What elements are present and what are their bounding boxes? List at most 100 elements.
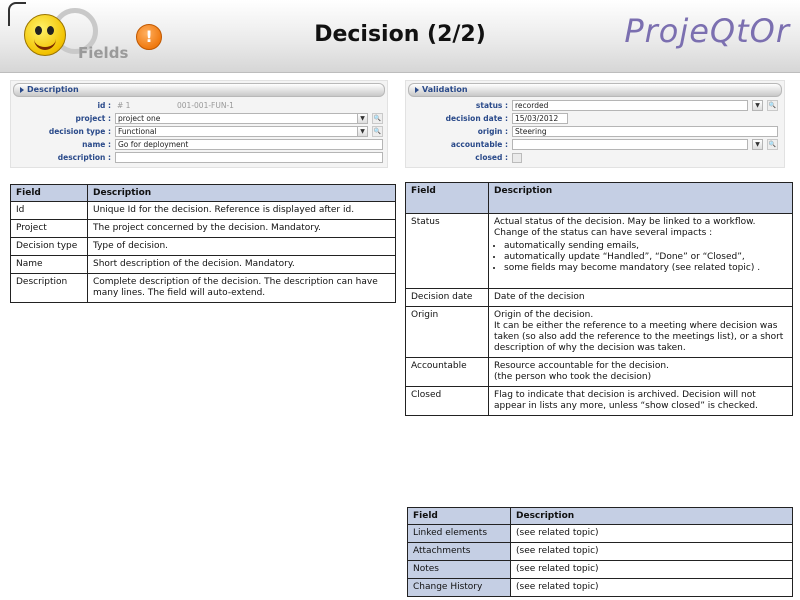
field-description-cell: Unique Id for the decision. Reference is… [87,201,396,220]
other-sections-table: Field Description Linked elements (see r… [407,507,793,597]
section-label: Description [27,85,79,94]
origin-input[interactable]: Steering [512,126,778,137]
field-description-cell: (see related topic) [510,560,793,579]
table-row: Decision type Type of decision. [10,237,396,256]
table-row: Id Unique Id for the decision. Reference… [10,201,396,220]
smiley-mouth [34,37,56,50]
status-select[interactable]: recorded [512,100,748,111]
warning-icon: ! [136,24,162,50]
field-description-cell: Actual status of the decision. May be li… [488,213,793,289]
closed-row: closed : [406,152,784,163]
status-dropdown-icon[interactable]: ▼ [752,100,763,111]
field-description-cell: (see related topic) [510,542,793,561]
collapse-triangle-icon [415,86,419,93]
id-label: id : [97,101,111,110]
accountable-search-icon[interactable]: 🔍 [767,139,778,150]
decision-type-row: decision type : Functional ▼ 🔍 [11,126,387,137]
id-row: id : # 1 001-001-FUN-1 [11,100,387,111]
table-row: Project The project concerned by the dec… [10,219,396,238]
table-row: Linked elements (see related topic) [407,524,793,543]
decision-date-row: decision date : 15/03/2012 [406,113,784,124]
table-header-row: Field Description [407,507,793,525]
name-row: name : Go for deployment [11,139,387,150]
field-name-cell: Id [10,201,88,220]
field-name-cell: Notes [407,560,511,579]
accountable-row: accountable : ▼ 🔍 [406,139,784,150]
description-row: description : [11,152,387,163]
collapse-triangle-icon [20,86,24,93]
closed-checkbox[interactable] [512,153,522,163]
field-description-cell: Date of the decision [488,288,793,307]
description-input[interactable] [115,152,383,163]
description-label: description : [57,153,111,162]
table-row: Accountable Resource accountable for the… [405,357,793,387]
status-impacts-list: automatically sending emails, automatica… [494,241,787,274]
column-header: Field [405,182,489,214]
project-row: project : project one ▼ 🔍 [11,113,387,124]
table-row: Decision date Date of the decision [405,288,793,307]
section-label: Validation [422,85,468,94]
validation-form-panel: Validation status : recorded ▼ 🔍 decisio… [405,80,785,168]
field-description-cell: Resource accountable for the decision. (… [488,357,793,387]
field-name-cell: Closed [405,386,489,416]
description-form-panel: Description id : # 1 001-001-FUN-1 proje… [10,80,388,168]
field-name-cell: Change History [407,578,511,597]
decision-type-select[interactable]: Functional [115,126,367,137]
closed-label: closed : [475,153,508,162]
project-select[interactable]: project one [115,113,367,124]
status-search-icon[interactable]: 🔍 [767,100,778,111]
field-name-cell: Decision type [10,237,88,256]
field-description-cell: Complete description of the decision. Th… [87,273,396,303]
table-row: Change History (see related topic) [407,578,793,597]
table-row: Closed Flag to indicate that decision is… [405,386,793,416]
column-header: Description [510,507,793,525]
page-header: Fields ! Decision (2/2) ProjeQtOr [0,0,800,73]
table-row: Name Short description of the decision. … [10,255,396,274]
origin-label: origin : [477,127,508,136]
project-label: project : [75,114,111,123]
field-name-cell: Description [10,273,88,303]
status-description-line: Change of the status can have several im… [494,228,713,238]
list-item: automatically sending emails, [504,241,787,252]
field-description-cell: (see related topic) [510,524,793,543]
project-search-icon[interactable]: 🔍 [372,113,383,124]
smiley-eye-right [47,26,54,35]
smiley-icon [24,14,66,56]
smiley-eye-left [35,26,42,35]
decision-type-label: decision type : [48,127,111,136]
page-title: Decision (2/2) [314,22,486,47]
decision-type-search-icon[interactable]: 🔍 [372,126,383,137]
validation-fields-table: Field Description Status Actual status o… [405,182,793,416]
field-name-cell: Project [10,219,88,238]
accountable-dropdown-icon[interactable]: ▼ [752,139,763,150]
origin-row: origin : Steering [406,126,784,137]
table-row: Notes (see related topic) [407,560,793,579]
logo-fields-text: Fields [78,44,129,62]
field-name-cell: Attachments [407,542,511,561]
table-row: Description Complete description of the … [10,273,396,303]
table-row: Status Actual status of the decision. Ma… [405,213,793,289]
project-dropdown-icon[interactable]: ▼ [357,113,368,124]
validation-section-header[interactable]: Validation [408,83,782,97]
id-value: # 1 [117,101,131,110]
decision-date-input[interactable]: 15/03/2012 [512,113,568,124]
column-header: Field [407,507,511,525]
field-name-cell: Origin [405,306,489,358]
field-description-cell: Short description of the decision. Manda… [87,255,396,274]
list-item: automatically update “Handled”, “Done” o… [504,252,787,263]
decision-date-label: decision date : [445,114,508,123]
logo-wire [8,2,26,26]
fields-logo: Fields ! [2,0,162,72]
description-section-header[interactable]: Description [13,83,385,97]
column-header: Description [488,182,793,214]
field-name-cell: Accountable [405,357,489,387]
status-row: status : recorded ▼ 🔍 [406,100,784,111]
accountable-select[interactable] [512,139,748,150]
table-header-row: Field Description [405,182,793,214]
name-label: name : [82,140,111,149]
field-description-cell: Origin of the decision. It can be either… [488,306,793,358]
name-input[interactable]: Go for deployment [115,139,383,150]
decision-type-dropdown-icon[interactable]: ▼ [357,126,368,137]
field-name-cell: Status [405,213,489,289]
column-header: Field [10,184,88,202]
